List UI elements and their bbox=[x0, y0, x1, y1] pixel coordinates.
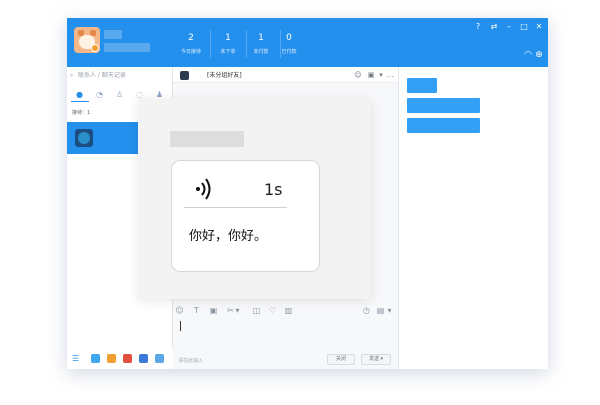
user-status-redacted bbox=[104, 43, 150, 52]
app-icon[interactable] bbox=[91, 354, 100, 363]
shake-icon[interactable]: ◫ bbox=[251, 305, 262, 316]
chat-header: [未分组好友] ☺ ▣ ▾ … bbox=[173, 67, 398, 83]
delete-icon[interactable]: ▥ bbox=[283, 305, 294, 316]
chat-title: [未分组好友] bbox=[207, 72, 242, 79]
emoji-icon[interactable]: ☺ bbox=[174, 305, 185, 316]
help-icon[interactable]: ? bbox=[472, 21, 484, 33]
chat-contact-avatar bbox=[180, 71, 189, 80]
user-avatar[interactable] bbox=[74, 27, 100, 53]
menu-icon[interactable]: ☰ bbox=[72, 354, 81, 363]
tab-contacts-icon[interactable]: ♙ bbox=[114, 89, 125, 100]
redacted-name-bar bbox=[170, 131, 244, 147]
stat-value: 0 bbox=[286, 33, 292, 43]
add-icon[interactable]: ⊕ bbox=[533, 49, 545, 61]
divider bbox=[184, 207, 287, 208]
contact-avatar bbox=[75, 129, 93, 147]
search-placeholder: 联系人 / 聊天记录 bbox=[78, 72, 126, 79]
app-icon[interactable] bbox=[155, 354, 164, 363]
stat-label: 已付款 bbox=[281, 49, 297, 55]
avatar-status-badge bbox=[91, 44, 99, 52]
tab-current-chats-icon[interactable]: ● bbox=[74, 89, 85, 100]
contact-search[interactable]: ⌕ 联系人 / 聊天记录 bbox=[70, 70, 170, 82]
title-bar: 2 今日接待 1 未下单 1 未付款 0 已付款 ? ⇄ – □ ✕ ◠ ⊕ bbox=[67, 18, 548, 67]
smile-icon[interactable]: ☺ bbox=[353, 70, 363, 80]
favorite-icon[interactable]: ♡ bbox=[267, 305, 278, 316]
stat-label: 未下单 bbox=[220, 49, 236, 55]
stat-value: 1 bbox=[225, 33, 231, 43]
search-icon: ⌕ bbox=[70, 72, 74, 79]
receive-count-label: 接待：1 bbox=[72, 110, 91, 116]
stat-label: 今日接待 bbox=[180, 49, 201, 55]
app-icon[interactable] bbox=[139, 354, 148, 363]
app-icon[interactable] bbox=[123, 354, 132, 363]
voice-duration: 1s bbox=[264, 180, 283, 199]
stat-not-ordered[interactable]: 1 未下单 bbox=[211, 33, 245, 56]
app-icon[interactable] bbox=[107, 354, 116, 363]
stat-today-received[interactable]: 2 今日接待 bbox=[174, 33, 208, 56]
info-tab[interactable] bbox=[407, 118, 480, 133]
input-toolbar: ☺ T ▣ ✂ ▾ ◫ ♡ ▥ ◷ ▤ ▾ bbox=[173, 303, 398, 319]
switch-icon[interactable]: ⇄ bbox=[488, 21, 500, 33]
stat-value: 2 bbox=[188, 33, 194, 43]
maximize-button[interactable]: □ bbox=[518, 21, 530, 33]
chevron-down-icon[interactable]: ▾ bbox=[384, 305, 395, 316]
minimize-button[interactable]: – bbox=[503, 21, 515, 33]
close-button[interactable]: ✕ bbox=[533, 21, 545, 33]
info-tab[interactable] bbox=[407, 98, 480, 113]
zoom-callout: 1s 你好，你好。 bbox=[138, 98, 371, 299]
send-button[interactable]: 发送 ▾ bbox=[361, 354, 391, 365]
close-chat-button[interactable]: 关闭 bbox=[327, 354, 355, 365]
left-bottom-toolbar: ☰ bbox=[67, 349, 173, 369]
voice-icon bbox=[196, 178, 211, 200]
more-icon[interactable]: … bbox=[385, 70, 395, 80]
font-icon[interactable]: T bbox=[191, 305, 202, 316]
tab-recent-icon[interactable]: ◔ bbox=[94, 89, 105, 100]
history-icon[interactable]: ◷ bbox=[361, 305, 372, 316]
text-cursor[interactable] bbox=[180, 321, 181, 331]
user-name-redacted bbox=[104, 30, 122, 39]
active-tab-indicator bbox=[71, 101, 89, 102]
image-icon[interactable]: ▣ bbox=[208, 305, 219, 316]
voice-message-bubble[interactable]: 1s 你好，你好。 bbox=[171, 160, 320, 272]
transcribed-message: 你好，你好。 bbox=[189, 229, 268, 244]
info-tab[interactable] bbox=[407, 78, 437, 93]
info-pane bbox=[398, 67, 548, 369]
input-hint: 请在此输入 bbox=[178, 358, 204, 364]
chevron-down-icon[interactable]: ▾ bbox=[232, 305, 243, 316]
stat-paid[interactable]: 0 已付款 bbox=[272, 33, 306, 56]
calendar-icon[interactable]: ▣ bbox=[366, 70, 376, 80]
